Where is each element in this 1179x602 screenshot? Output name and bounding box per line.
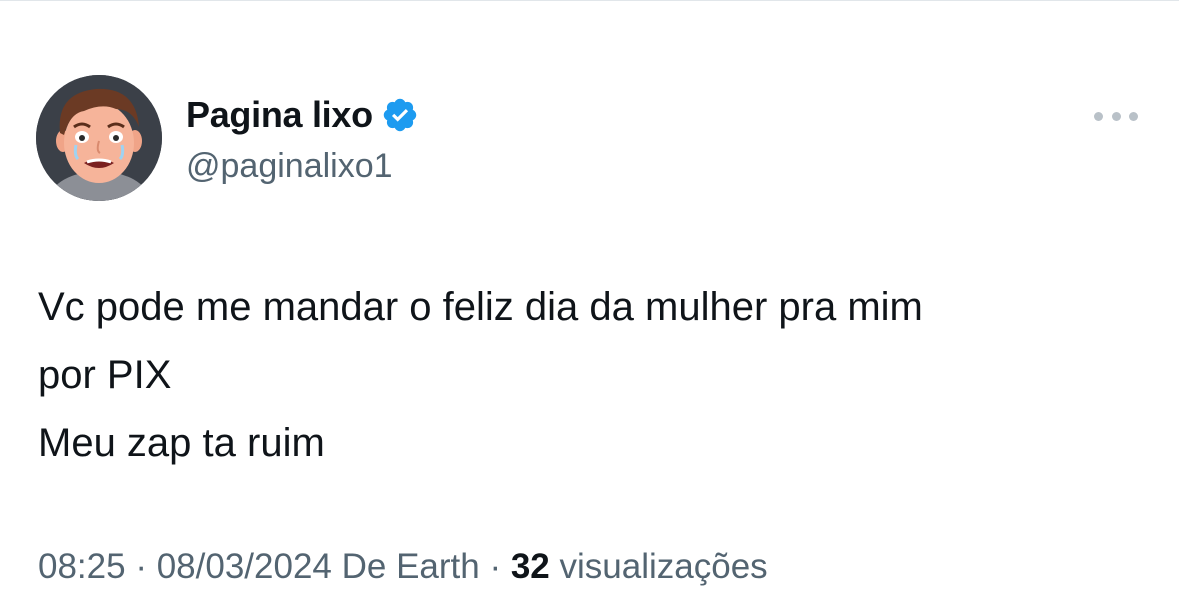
author-display-name[interactable]: Pagina lixo — [186, 94, 373, 136]
meta-separator: · — [125, 547, 157, 586]
views-label: visualizações — [559, 547, 768, 586]
verified-badge-icon[interactable] — [381, 96, 419, 134]
more-dot-icon — [1094, 111, 1103, 121]
tweet-source: De Earth — [341, 547, 480, 586]
tweet-text: Vc pode me mandar o feliz dia da mulher … — [38, 273, 1138, 477]
more-dot-icon — [1111, 111, 1121, 121]
more-dot-icon — [1129, 111, 1138, 121]
crying-man-cartoon-avatar-icon — [36, 75, 162, 201]
tweet-date[interactable]: 08/03/2024 — [157, 547, 332, 586]
author-name-row: Pagina lixo — [186, 93, 419, 137]
tweet-text-line: Meu zap ta ruim — [38, 421, 325, 465]
tweet-time[interactable]: 08:25 — [38, 547, 126, 586]
author-handle[interactable]: @paginalixo1 — [186, 147, 393, 186]
more-options-button[interactable] — [1094, 111, 1138, 121]
avatar[interactable] — [36, 75, 162, 201]
tweet-meta: 08:25 · 08/03/2024 De Earth · 32 visuali… — [38, 547, 768, 587]
views-count: 32 — [510, 547, 550, 586]
tweet-text-line: Vc pode me mandar o feliz dia da mulher … — [38, 285, 923, 329]
meta-separator: · — [479, 547, 511, 586]
tweet-text-line: por PIX — [38, 353, 172, 397]
tweet-card: Pagina lixo @paginalixo1 Vc pode me mand… — [0, 0, 1179, 602]
